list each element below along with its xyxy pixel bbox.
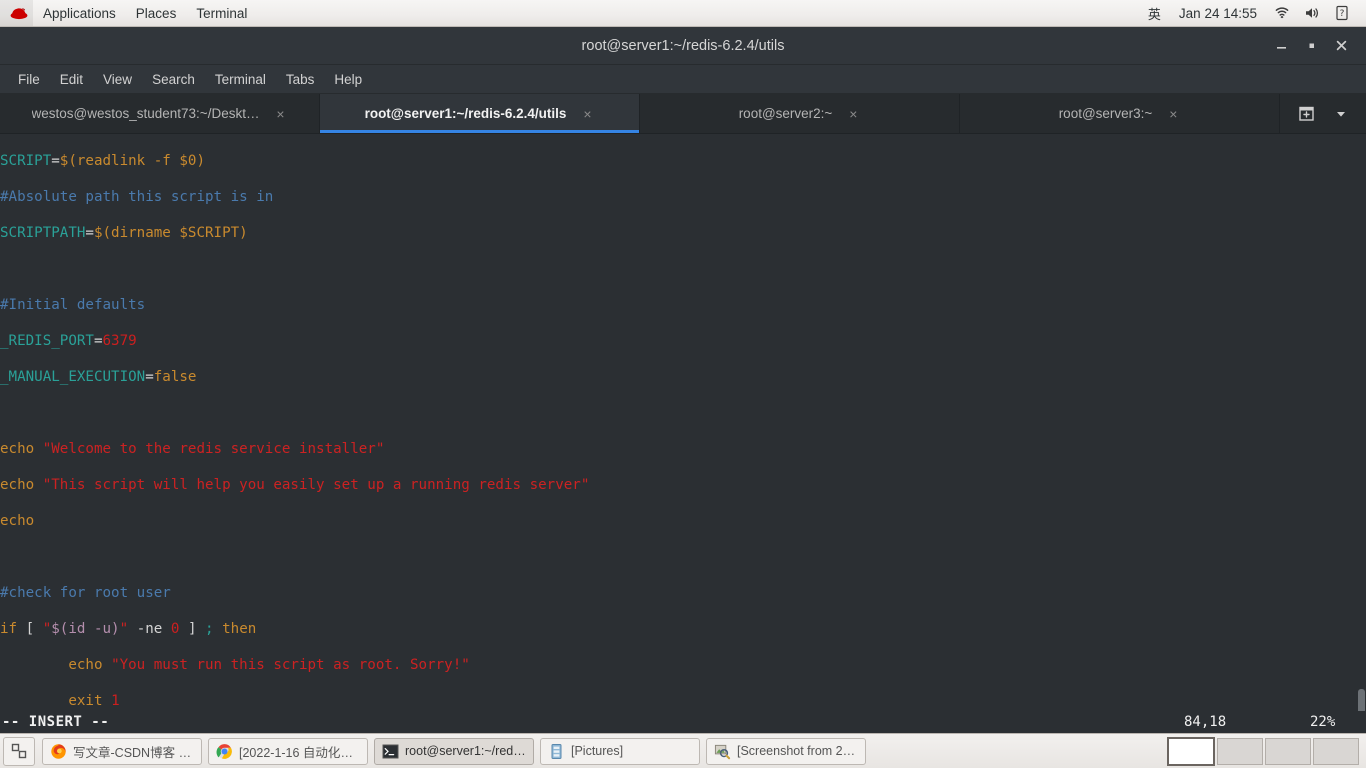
workspace-2[interactable] (1217, 737, 1263, 765)
bottom-taskbar: 写文章-CSDN博客 - Mozilla... [2022-1-16 自动化运维… (0, 733, 1366, 768)
taskbar-item-label: [Screenshot from 2022-01... (737, 744, 858, 758)
tabbar-tools (1280, 94, 1366, 133)
menu-places-label: Places (135, 5, 177, 21)
taskbar-item-pictures[interactable]: [Pictures] (540, 737, 700, 765)
battery-icon[interactable]: ? (1328, 5, 1356, 21)
svg-text:?: ? (1340, 9, 1345, 19)
minimize-button[interactable] (1266, 33, 1296, 59)
clock-label: Jan 24 14:55 (1178, 5, 1257, 21)
workspace-3[interactable] (1265, 737, 1311, 765)
menu-applications[interactable]: Applications (33, 0, 126, 26)
workspace-1[interactable] (1167, 736, 1215, 766)
menu-places[interactable]: Places (126, 0, 187, 26)
tab-label: root@server1:~/redis-6.2.4/utils (364, 106, 567, 121)
tab-close-icon[interactable]: × (1166, 106, 1180, 122)
volume-icon[interactable] (1297, 6, 1328, 20)
taskbar-item-label: [Pictures] (571, 744, 624, 758)
window-titlebar: root@server1:~/redis-6.2.4/utils (0, 27, 1366, 65)
terminal-tab-2[interactable]: root@server1:~/redis-6.2.4/utils × (320, 94, 640, 133)
code-line: exit 1 (68, 693, 120, 709)
files-icon (548, 743, 565, 760)
desktop-screen: Applications Places Terminal 英 Jan 24 14… (0, 0, 1366, 768)
code-line: #Absolute path this script is in (0, 189, 274, 205)
top-panel-right: 英 Jan 24 14:55 ? (1140, 0, 1366, 26)
code-line: echo "This script will help you easily s… (0, 477, 590, 493)
terminal-tab-1[interactable]: westos@westos_student73:~/Deskt… × (0, 94, 320, 133)
code-line: if [ "$(id -u)" -ne 0 ] ; then (0, 621, 257, 637)
menu-terminal-app[interactable]: Terminal (205, 69, 276, 90)
window-title: root@server1:~/redis-6.2.4/utils (581, 37, 785, 54)
code-line: echo (0, 513, 35, 529)
terminal-text-area[interactable]: SCRIPT=$(readlink -f $0) #Absolute path … (0, 134, 1366, 723)
code-line: SCRIPT=$(readlink -f $0) (0, 153, 206, 169)
taskbar-item-screenshot[interactable]: [Screenshot from 2022-01... (706, 737, 866, 765)
terminal-scrollbar[interactable] (1357, 134, 1366, 723)
taskbar-item-terminal[interactable]: root@server1:~/redis-6.2.... (374, 737, 534, 765)
terminal-tab-3[interactable]: root@server2:~ × (640, 94, 960, 133)
terminal-window: root@server1:~/redis-6.2.4/utils File Ed… (0, 27, 1366, 733)
vim-statusline: -- INSERT -- 84,18 22% (0, 711, 1366, 733)
menu-applications-label: Applications (43, 5, 116, 21)
terminal-tabbar: westos@westos_student73:~/Deskt… × root@… (0, 94, 1366, 134)
menu-terminal-label: Terminal (196, 5, 248, 21)
tab-label: root@server3:~ (1058, 106, 1153, 121)
terminal-tab-4[interactable]: root@server3:~ × (960, 94, 1280, 133)
taskbar-item-label: root@server1:~/redis-6.2.... (405, 744, 526, 758)
vim-cursor-position: 84,18 (1184, 714, 1227, 730)
code-line: echo "Welcome to the redis service insta… (0, 441, 385, 457)
menu-help[interactable]: Help (324, 69, 372, 90)
code-line: _REDIS_PORT=6379 (0, 333, 137, 349)
taskbar-item-chrome[interactable]: [2022-1-16 自动化运维课... (208, 737, 368, 765)
input-method-indicator[interactable]: 英 (1140, 0, 1169, 26)
code-line: #check for root user (0, 585, 171, 601)
tab-label: root@server2:~ (738, 106, 833, 121)
taskbar-item-label: [2022-1-16 自动化运维课... (239, 745, 360, 760)
taskbar-item-firefox[interactable]: 写文章-CSDN博客 - Mozilla... (42, 737, 202, 765)
top-panel-left: Applications Places Terminal (0, 0, 257, 26)
menu-file[interactable]: File (8, 69, 50, 90)
new-tab-icon[interactable] (1298, 105, 1315, 122)
menubar: File Edit View Search Terminal Tabs Help (0, 65, 1366, 94)
code-line: SCRIPTPATH=$(dirname $SCRIPT) (0, 225, 248, 241)
terminal-icon (382, 743, 399, 760)
chrome-icon (216, 743, 233, 760)
menu-view[interactable]: View (93, 69, 142, 90)
code-line: #Initial defaults (0, 297, 146, 313)
redhat-logo-icon (0, 0, 33, 26)
clock[interactable]: Jan 24 14:55 (1169, 0, 1267, 26)
menu-edit[interactable]: Edit (50, 69, 93, 90)
vim-scroll-percent: 22% (1310, 714, 1336, 730)
firefox-icon (50, 743, 67, 760)
input-method-label: 英 (1147, 6, 1161, 22)
menu-terminal[interactable]: Terminal (186, 0, 257, 26)
vim-mode-indicator: -- INSERT -- (2, 714, 110, 730)
wifi-icon[interactable] (1267, 6, 1297, 20)
tab-close-icon[interactable]: × (846, 106, 860, 122)
tab-close-icon[interactable]: × (273, 106, 287, 122)
code-line: echo "You must run this script as root. … (68, 657, 470, 673)
tab-close-icon[interactable]: × (580, 106, 594, 122)
code-line: _MANUAL_EXECUTION=false (0, 369, 197, 385)
chevron-down-icon[interactable] (1334, 107, 1348, 121)
close-button[interactable] (1326, 33, 1356, 59)
imageviewer-icon (714, 743, 731, 760)
maximize-button[interactable] (1296, 33, 1326, 59)
workspace-4[interactable] (1313, 737, 1359, 765)
show-desktop-icon[interactable] (3, 736, 35, 766)
gnome-top-panel: Applications Places Terminal 英 Jan 24 14… (0, 0, 1366, 27)
tab-label: westos@westos_student73:~/Deskt… (31, 106, 260, 121)
menu-search[interactable]: Search (142, 69, 205, 90)
menu-tabs[interactable]: Tabs (276, 69, 325, 90)
workspace-switcher (1165, 736, 1363, 766)
taskbar-item-label: 写文章-CSDN博客 - Mozilla... (73, 745, 194, 760)
vim-buffer: SCRIPT=$(readlink -f $0) #Absolute path … (0, 134, 1110, 723)
window-controls (1266, 27, 1366, 64)
